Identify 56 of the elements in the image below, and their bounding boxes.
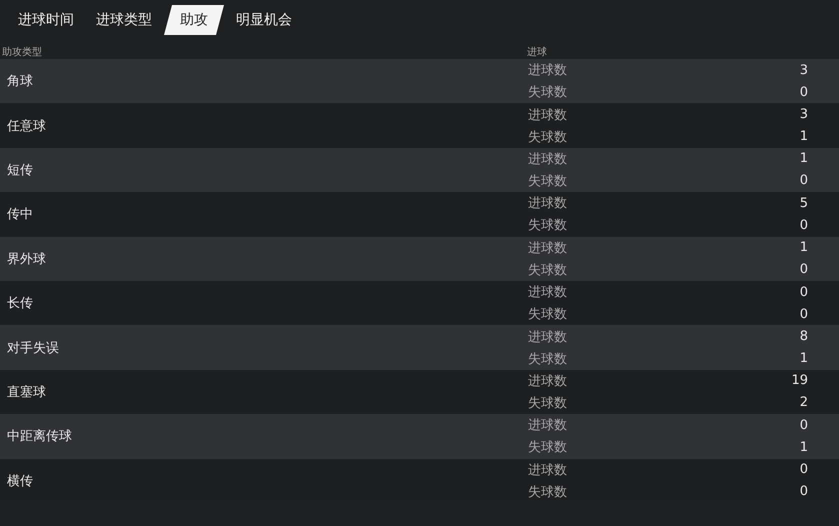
assist-type-label: 传中: [6, 206, 34, 224]
stat-label: 失球数: [528, 439, 567, 456]
stat-label: 失球数: [528, 172, 567, 190]
stat-label: 失球数: [528, 128, 567, 146]
tab[interactable]: 进球类型: [86, 5, 162, 35]
column-header: 助攻类型: [1, 46, 43, 59]
stat-value: 1: [800, 151, 808, 166]
stat-label: 进球数: [528, 462, 567, 479]
stat-value: 1: [800, 351, 808, 366]
stat-label: 进球数: [528, 195, 567, 212]
stat-label: 进球数: [528, 328, 567, 346]
stat-label: 进球数: [528, 284, 567, 302]
assist-type-label: 中距离传球: [6, 428, 73, 446]
stat-value: 3: [800, 62, 808, 78]
tab[interactable]: 进球时间: [8, 5, 84, 35]
stat-label: 失球数: [528, 350, 567, 368]
assist-type-label: 角球: [6, 73, 34, 90]
stat-value: 0: [800, 484, 808, 500]
assist-type-label: 任意球: [6, 118, 47, 135]
stat-value: 0: [800, 462, 808, 478]
stat-value: 2: [800, 395, 808, 410]
column-header: 进球: [527, 46, 547, 59]
stat-label: 进球数: [528, 150, 567, 168]
stat-value: 0: [800, 306, 808, 322]
stat-label: 失球数: [528, 394, 567, 412]
stat-value: 8: [800, 329, 808, 344]
stat-label: 失球数: [528, 217, 567, 234]
stat-label: 进球数: [528, 106, 567, 124]
stat-value: 0: [800, 173, 808, 188]
stat-value: 1: [800, 240, 808, 256]
stat-value: 0: [800, 84, 808, 100]
assist-type-label: 短传: [6, 162, 34, 179]
assist-type-label: 长传: [6, 295, 34, 312]
assist-type-label: 横传: [6, 472, 34, 490]
stat-value: 0: [800, 218, 808, 233]
stat-label: 失球数: [528, 84, 567, 102]
stat-value: 19: [791, 373, 808, 388]
stat-value: 0: [800, 284, 808, 300]
tab[interactable]: 助攻: [164, 5, 224, 35]
stat-label: 进球数: [528, 417, 567, 434]
assist-type-label: 界外球: [6, 250, 47, 268]
stat-label: 进球数: [528, 62, 567, 80]
stat-label: 失球数: [528, 262, 567, 279]
stat-value: 0: [800, 418, 808, 433]
stat-value: 0: [800, 262, 808, 278]
stat-label: 失球数: [528, 306, 567, 324]
stat-value: 1: [800, 129, 808, 144]
stat-value: 1: [800, 440, 808, 455]
stat-label: 进球数: [528, 240, 567, 257]
stat-value: 3: [800, 107, 808, 122]
tab[interactable]: 明显机会: [226, 5, 302, 35]
stat-label: 进球数: [528, 372, 567, 390]
stat-label: 失球数: [528, 484, 567, 501]
stat-value: 5: [800, 196, 808, 211]
assist-type-label: 直塞球: [6, 384, 47, 401]
assist-type-label: 对手失误: [6, 340, 60, 357]
